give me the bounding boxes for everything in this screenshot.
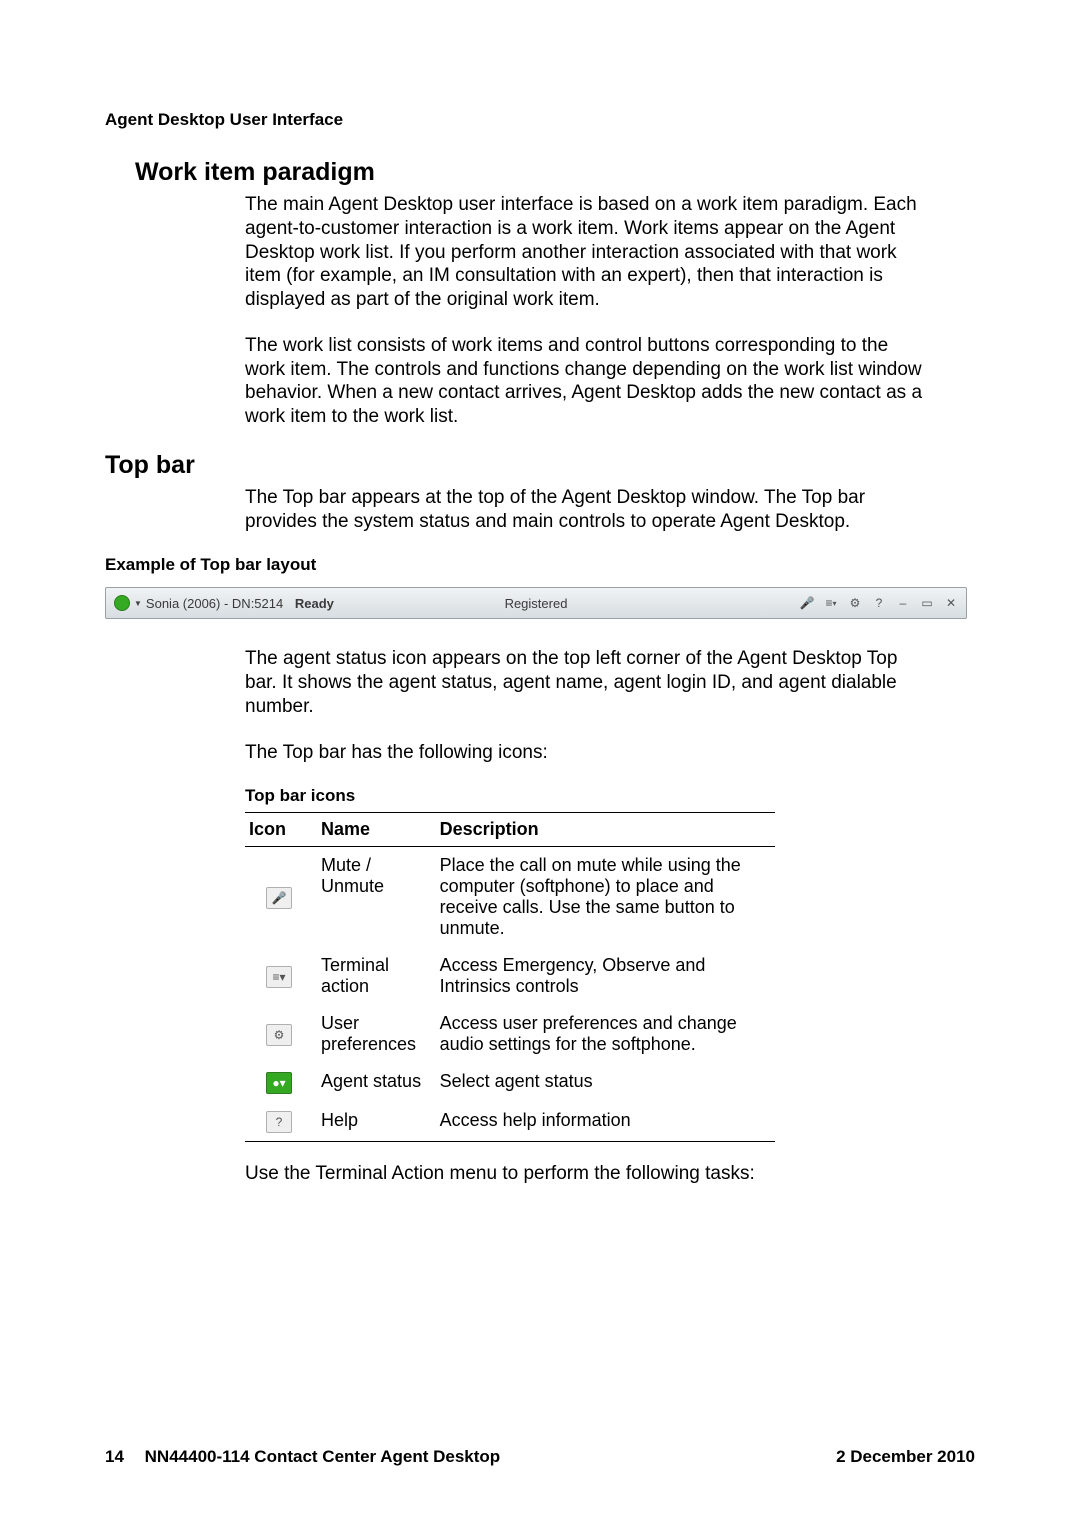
mute-icon[interactable]: 🎤 [800,596,814,610]
icon-name: Terminal action [317,947,436,1005]
table-header-name: Name [317,813,436,847]
icon-desc: Select agent status [436,1063,775,1102]
help-icon[interactable]: ? [872,596,886,610]
icon-name: Agent status [317,1063,436,1102]
table-header-icon: Icon [245,813,317,847]
topbar-screenshot: ▼ Sonia (2006) - DN:5214 Ready Registere… [105,587,967,619]
topbar-icons-table: Icon Name Description 🎤 Mute / Unmute Pl… [245,812,775,1142]
table-row: 🎤 Mute / Unmute Place the call on mute w… [245,847,775,948]
footer-date: 2 December 2010 [836,1447,975,1467]
table-caption: Top bar icons [245,786,975,806]
table-header-description: Description [436,813,775,847]
icon-desc: Place the call on mute while using the c… [436,847,775,948]
icon-name: User preferences [317,1005,436,1063]
heading-work-item: Work item paradigm [135,158,975,187]
icon-desc: Access Emergency, Observe and Intrinsics… [436,947,775,1005]
table-row: ●▾ Agent status Select agent status [245,1063,775,1102]
table-row: ⚙ User preferences Access user preferenc… [245,1005,775,1063]
page-footer: 14 NN44400-114 Contact Center Agent Desk… [105,1447,975,1467]
icon-name: Mute / Unmute [317,847,436,948]
doc-id: NN44400-114 Contact Center Agent Desktop [145,1447,501,1466]
dropdown-arrow-icon: ▼ [134,599,142,608]
caption-example-topbar: Example of Top bar layout [105,555,975,575]
page-number: 14 [105,1447,124,1466]
mute-icon: 🎤 [266,887,292,909]
terminal-icon: ≡▾ [266,966,292,988]
icon-name: Help [317,1102,436,1142]
paragraph: The Top bar appears at the top of the Ag… [245,486,925,534]
terminal-icon[interactable]: ≡▾ [824,596,838,610]
running-header: Agent Desktop User Interface [105,110,975,130]
gear-icon[interactable]: ⚙ [848,596,862,610]
page: Agent Desktop User Interface Work item p… [0,0,1080,1527]
gear-icon: ⚙ [266,1024,292,1046]
table-row: ? Help Access help information [245,1102,775,1142]
paragraph: The main Agent Desktop user interface is… [245,193,925,312]
paragraph: The work list consists of work items and… [245,334,925,429]
icon-desc: Access help information [436,1102,775,1142]
agent-status-icon: ●▾ [266,1072,292,1094]
heading-top-bar: Top bar [105,451,975,480]
close-icon[interactable]: ✕ [944,596,958,610]
topbar-right-controls: 🎤 ≡▾ ⚙ ? – ▭ ✕ [800,596,966,610]
agent-status-icon [114,595,130,611]
maximize-icon[interactable]: ▭ [920,596,934,610]
agent-label: Sonia (2006) - DN:5214 [146,596,283,611]
topbar-agent-status-area[interactable]: ▼ Sonia (2006) - DN:5214 Ready [106,595,334,611]
minimize-icon[interactable]: – [896,596,910,610]
paragraph: Use the Terminal Action menu to perform … [245,1162,925,1186]
help-icon: ? [266,1111,292,1133]
paragraph: The agent status icon appears on the top… [245,647,925,718]
agent-state: Ready [295,596,334,611]
icon-desc: Access user preferences and change audio… [436,1005,775,1063]
table-row: ≡▾ Terminal action Access Emergency, Obs… [245,947,775,1005]
paragraph: The Top bar has the following icons: [245,741,925,765]
